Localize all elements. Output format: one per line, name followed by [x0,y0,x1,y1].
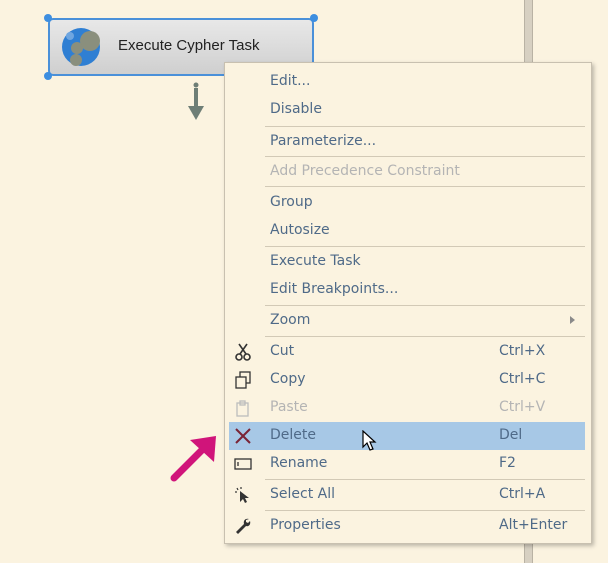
menu-item-paste: Paste Ctrl+V [229,394,585,422]
task-title: Execute Cypher Task [118,37,260,54]
menu-item-label: Edit Breakpoints... [270,281,399,297]
mouse-cursor-icon [362,430,377,451]
shortcut-label: Del [499,427,523,443]
menu-separator [265,126,585,127]
copy-icon [235,371,251,389]
shortcut-label: F2 [499,455,516,471]
resize-handle[interactable] [44,72,52,80]
menu-item-label: Autosize [270,222,330,238]
menu-item-label: Select All [270,486,335,502]
wrench-icon [236,518,251,534]
menu-item-label: Zoom [270,312,311,328]
submenu-arrow-icon [570,316,575,324]
menu-item-label: Parameterize... [270,133,377,149]
rename-icon [234,458,252,470]
shortcut-label: Ctrl+X [499,343,546,359]
shortcut-label: Ctrl+C [499,371,546,387]
menu-item-select-all[interactable]: Select All Ctrl+A [229,481,585,509]
delete-x-icon [235,428,251,444]
menu-separator [265,336,585,337]
menu-separator [265,305,585,306]
neo4j-logo-icon [62,28,100,66]
menu-separator [265,186,585,187]
menu-item-parameterize[interactable]: Parameterize... [229,128,585,156]
resize-handle[interactable] [310,14,318,22]
menu-item-label: Disable [270,101,322,117]
menu-item-label: Group [270,194,313,210]
menu-item-label: Edit... [270,73,311,89]
menu-item-label: Properties [270,517,341,533]
menu-item-label: Cut [270,343,295,359]
resize-handle[interactable] [44,14,52,22]
shortcut-label: Ctrl+A [499,486,546,502]
menu-item-execute-task[interactable]: Execute Task [229,248,585,276]
menu-item-copy[interactable]: Copy Ctrl+C [229,366,585,394]
menu-item-autosize[interactable]: Autosize [229,217,585,245]
menu-item-disable[interactable]: Disable [229,96,585,124]
menu-item-rename[interactable]: Rename F2 [229,450,585,478]
annotation-arrow-icon [170,436,216,482]
menu-item-label: Execute Task [270,253,361,269]
menu-separator [265,510,585,511]
menu-separator [265,479,585,480]
menu-item-zoom[interactable]: Zoom [229,307,585,335]
menu-item-label: Copy [270,371,306,387]
menu-item-label: Rename [270,455,328,471]
menu-item-label: Add Precedence Constraint [270,163,460,179]
menu-item-edit-breakpoints[interactable]: Edit Breakpoints... [229,276,585,304]
paste-icon [236,400,249,417]
menu-separator [265,246,585,247]
shortcut-label: Alt+Enter [499,517,568,533]
shortcut-label: Ctrl+V [499,399,546,415]
select-all-cursor-icon [235,487,249,503]
menu-item-properties[interactable]: Properties Alt+Enter [229,512,585,540]
scissors-icon [235,343,251,361]
menu-item-label: Paste [270,399,308,415]
precedence-arrow-icon[interactable] [186,82,206,122]
context-menu: Edit... Disable Parameterize... Add Prec… [224,62,592,544]
menu-item-delete[interactable]: Delete Del [229,422,585,450]
menu-item-edit[interactable]: Edit... [229,68,585,96]
menu-item-group[interactable]: Group [229,189,585,217]
menu-item-cut[interactable]: Cut Ctrl+X [229,338,585,366]
menu-item-add-precedence-constraint: Add Precedence Constraint [229,158,585,186]
menu-separator [265,156,585,157]
menu-item-label: Delete [270,427,316,443]
